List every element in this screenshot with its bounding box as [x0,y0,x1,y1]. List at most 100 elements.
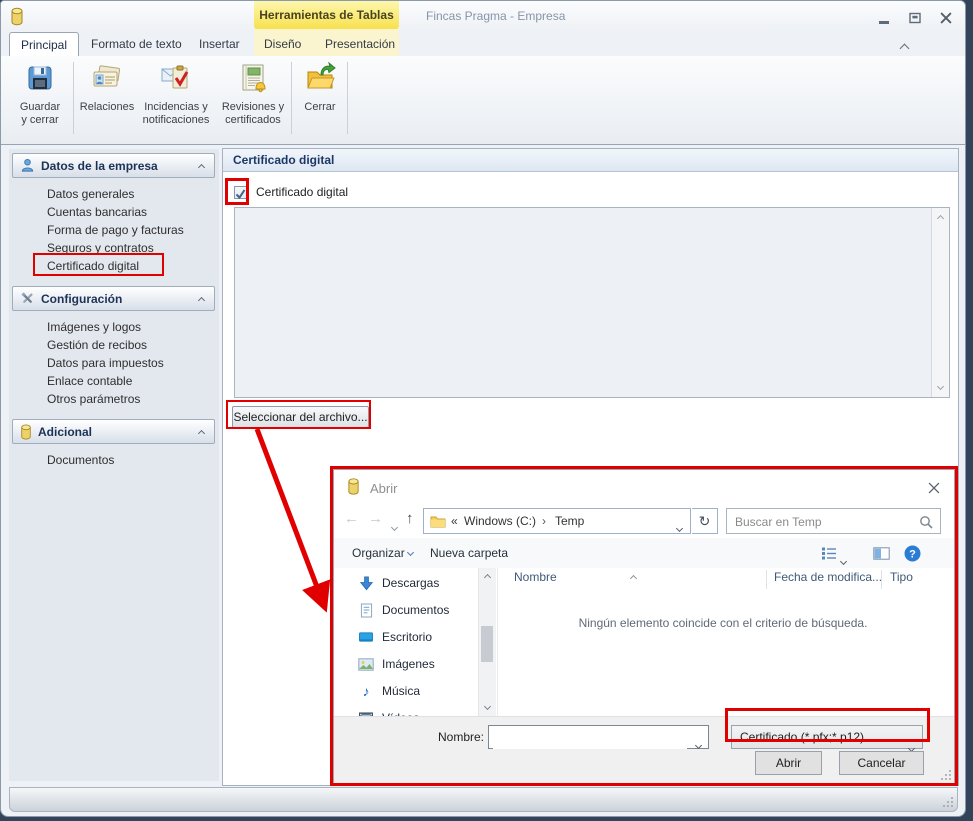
back-icon[interactable]: ← [344,510,359,527]
tab-insertar[interactable]: Insertar [199,37,240,51]
file-name-input[interactable] [493,727,687,749]
sidebar-item-cuentas-bancarias[interactable]: Cuentas bancarias [9,203,215,221]
cancel-button[interactable]: Cancelar [839,751,924,775]
file-type-value: Certificado (*.pfx;*.p12) [740,730,864,744]
sidebar-group-adicional[interactable]: Adicional [12,419,215,444]
revisiones-y-certificados-button[interactable]: Revisiones ycertificados [219,62,287,138]
cerrar-button[interactable]: Cerrar [297,62,343,138]
minimize-button[interactable] [873,11,895,26]
preview-pane-icon[interactable] [873,547,890,565]
empty-list-message: Ningún elemento coincide con el criterio… [498,616,948,630]
tab-formato-de-texto[interactable]: Formato de texto [91,37,182,51]
file-type-combo[interactable]: Certificado (*.pfx;*.p12) [731,725,923,749]
resize-grip[interactable] [943,797,953,807]
recent-locations-chevron-icon[interactable] [392,517,397,535]
search-input[interactable] [733,510,917,534]
sidebar-item-imagenes-logos[interactable]: Imágenes y logos [9,318,215,336]
person-icon [20,158,35,173]
collapse-chevron-icon[interactable] [199,423,204,441]
restore-button[interactable] [904,11,926,26]
sidebar-item-gestion-recibos[interactable]: Gestión de recibos [9,336,215,354]
search-box[interactable] [726,508,941,534]
downloads-icon [358,576,374,591]
collapse-ribbon-chevron-icon[interactable] [901,39,908,57]
column-separator[interactable] [766,570,767,589]
organizar-chevron-icon [407,549,414,556]
breadcrumb-prefix[interactable]: « [451,514,458,528]
collapse-chevron-icon[interactable] [199,157,204,175]
close-button[interactable] [935,11,957,26]
sidebar-item-forma-de-pago[interactable]: Forma de pago y facturas [9,221,215,239]
window-title: Fincas Pragma - Empresa [426,9,565,23]
scroll-up-icon[interactable] [479,568,495,584]
tree-scrollbar[interactable] [478,568,496,716]
database-cylinder-icon [20,424,32,440]
sidebar-item-datos-generales[interactable]: Datos generales [9,185,215,203]
certificado-digital-checkbox[interactable] [234,186,247,199]
help-icon[interactable]: ? [904,545,921,567]
tab-diseno[interactable]: Diseño [264,37,301,51]
breadcrumb-separator: › [542,514,546,528]
organizar-button[interactable]: Organizar [352,546,413,560]
sidebar-item-otros-parametros[interactable]: Otros parámetros [9,390,215,408]
relations-icon [91,81,123,98]
list-view-icon[interactable] [821,547,837,565]
dialog-toolbar: Organizar Nueva carpeta ? [334,538,954,569]
view-dropdown-chevron-icon[interactable] [841,551,846,569]
tab-principal[interactable]: Principal [9,32,79,57]
sidebar-item-enlace-contable[interactable]: Enlace contable [9,372,215,390]
nav-item-descargas[interactable]: Descargas [334,570,478,596]
tab-presentacion[interactable]: Presentación [325,37,395,51]
refresh-button[interactable]: ↻ [692,508,718,534]
vertical-scrollbar[interactable] [931,208,949,397]
pane-divider [497,568,498,716]
scrollbar-thumb[interactable] [481,626,493,662]
column-header-tipo[interactable]: Tipo [890,570,913,584]
scroll-down-icon[interactable] [932,380,949,396]
scroll-up-icon[interactable] [932,209,949,225]
column-separator[interactable] [881,570,882,589]
sidebar-item-datos-impuestos[interactable]: Datos para impuestos [9,354,215,372]
incidencias-y-notificaciones-button[interactable]: Incidencias ynotificaciones [135,62,217,138]
column-header-fecha[interactable]: Fecha de modifica... [774,570,882,584]
scroll-down-icon[interactable] [479,700,495,716]
name-dropdown-chevron-icon[interactable] [696,735,701,753]
nav-item-escritorio[interactable]: Escritorio [334,624,478,650]
nav-item-imagenes[interactable]: Imágenes [334,651,478,677]
dialog-title: Abrir [370,481,397,496]
address-dropdown-chevron-icon[interactable] [677,518,682,536]
music-icon: ♪ [358,683,374,699]
nav-item-documentos[interactable]: Documentos [334,597,478,623]
dialog-resize-grip[interactable] [941,770,951,780]
nueva-carpeta-button[interactable]: Nueva carpeta [430,546,508,560]
relaciones-button[interactable]: Relaciones [79,62,135,138]
ribbon-separator [291,62,292,134]
forward-icon[interactable]: → [368,510,383,527]
file-name-combo[interactable] [488,725,709,749]
dialog-close-icon[interactable] [928,481,940,499]
sort-ascending-chevron-icon [631,568,636,586]
dialog-window: Abrir ← → ↑ « Windows (C:) › Temp ↻ [333,469,955,783]
dialog-footer: Nombre: Certificado (*.pfx;*.p12) Abrir … [334,716,954,783]
certificate-text-area[interactable] [234,207,950,398]
nav-item-musica[interactable]: ♪ Música [334,678,478,704]
up-icon[interactable]: ↑ [406,510,414,527]
sidebar-group-configuracion[interactable]: Configuración [12,286,215,311]
breadcrumb-folder[interactable]: Temp [555,514,584,528]
pictures-icon [358,658,374,671]
sidebar-group-datos-de-la-empresa[interactable]: Datos de la empresa [12,153,215,178]
close-folder-icon [304,81,336,98]
collapse-chevron-icon[interactable] [199,290,204,308]
document-icon [358,603,374,618]
column-header-nombre[interactable]: Nombre [514,570,557,584]
open-button[interactable]: Abrir [755,751,822,775]
sidebar-item-documentos[interactable]: Documentos [9,451,215,469]
dialog-navigation-row: ← → ↑ « Windows (C:) › Temp ↻ [334,504,954,538]
sidebar-item-seguros-contratos[interactable]: Seguros y contratos [9,239,215,257]
sidebar-item-certificado-digital[interactable]: Certificado digital [9,257,215,275]
nav-item-videos[interactable]: Vídeos [334,705,478,716]
guardar-y-cerrar-button[interactable]: Guardary cerrar [13,62,67,138]
address-bar[interactable]: « Windows (C:) › Temp [423,508,691,534]
breadcrumb-drive[interactable]: Windows (C:) [464,514,536,528]
seleccionar-del-archivo-button[interactable]: Seleccionar del archivo... [232,406,369,428]
